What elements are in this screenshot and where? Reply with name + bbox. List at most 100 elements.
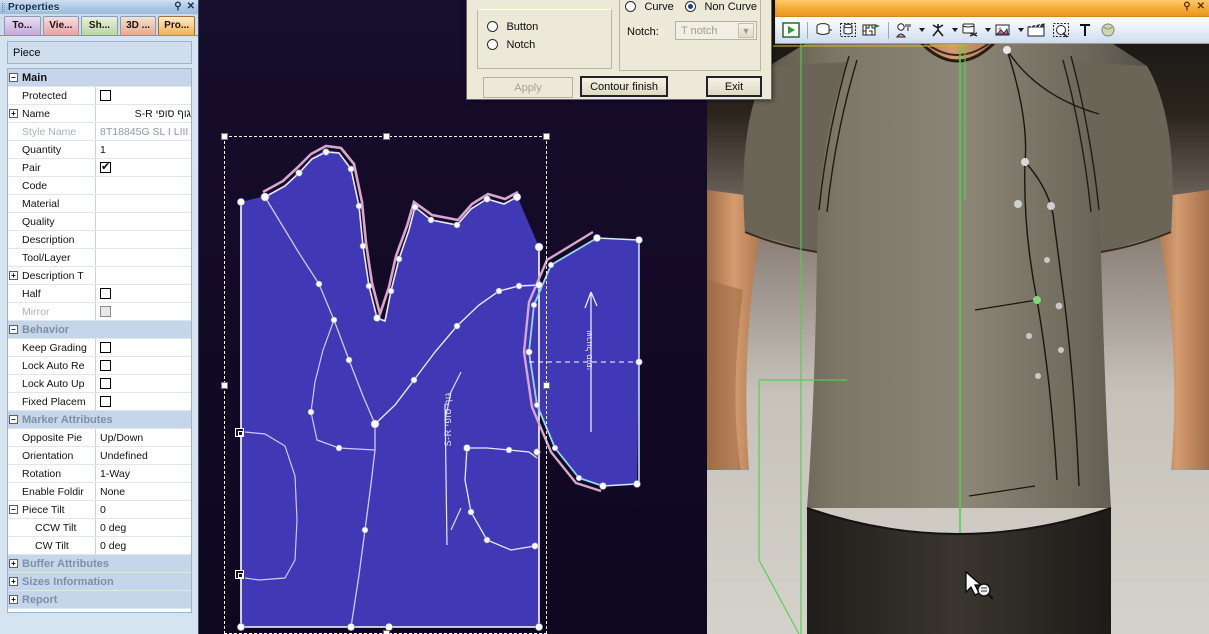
property-row-material[interactable]: Material xyxy=(8,195,191,213)
property-value[interactable]: 1 xyxy=(96,141,191,158)
checkbox-lock-auto-up[interactable] xyxy=(100,378,111,389)
property-row-quantity[interactable]: Quantity 1 xyxy=(8,141,191,159)
property-value[interactable]: גוף סופי S-R xyxy=(96,105,191,122)
contour-finish-button[interactable]: Contour finish xyxy=(580,76,668,97)
property-row-tool-layer[interactable]: Tool/Layer xyxy=(8,249,191,267)
property-value[interactable] xyxy=(96,357,191,374)
drag-grip-icon[interactable] xyxy=(2,2,5,12)
property-value[interactable] xyxy=(96,249,191,266)
checkbox-mirror[interactable] xyxy=(100,306,111,317)
notch-marker-2[interactable] xyxy=(235,570,244,579)
property-value[interactable] xyxy=(96,339,191,356)
properties-panel[interactable]: Properties ⚲ ✕ To... Vie... Sh... 3D ...… xyxy=(0,0,199,634)
property-value[interactable] xyxy=(96,267,191,284)
checkbox-keep-grading[interactable] xyxy=(100,342,111,353)
property-value[interactable] xyxy=(96,393,191,410)
property-value[interactable]: 8T18845G SL I LIII xyxy=(96,123,191,140)
property-row-ccw-tilt[interactable]: CCW Tilt 0 deg xyxy=(8,519,191,537)
cylinder-icon[interactable] xyxy=(813,20,835,41)
property-row-lock-auto-up[interactable]: Lock Auto Up xyxy=(8,375,191,393)
property-value[interactable] xyxy=(96,213,191,230)
notch-type-dropdown[interactable]: T notch ▼ xyxy=(675,21,757,40)
property-group-marker-attributes[interactable]: – Marker Attributes xyxy=(8,411,191,429)
avatar-tools-icon[interactable] xyxy=(894,20,916,41)
property-value[interactable]: 0 deg xyxy=(96,519,191,536)
property-value[interactable] xyxy=(96,375,191,392)
property-row-cw-tilt[interactable]: CW Tilt 0 deg xyxy=(8,537,191,555)
property-group-behavior[interactable]: – Behavior xyxy=(8,321,191,339)
panel-tabstrip[interactable]: To... Vie... Sh... 3D ... Pro... xyxy=(0,14,198,36)
radio-notch-option[interactable]: Notch xyxy=(487,35,535,53)
radio-non-curve-option[interactable]: Non Curve xyxy=(685,0,757,15)
notch-button-dialog[interactable]: Button Notch Curve Non Curve Notch: T no… xyxy=(466,0,772,100)
3d-garment-viewport[interactable] xyxy=(707,0,1209,634)
image-map-caret-icon[interactable] xyxy=(1018,28,1024,32)
tab-view[interactable]: Vie... xyxy=(42,16,80,35)
chevron-down-icon[interactable]: ▼ xyxy=(738,23,754,38)
close-icon[interactable]: ✕ xyxy=(187,2,195,12)
property-group-buffer-attributes[interactable]: + Buffer Attributes xyxy=(8,555,191,573)
property-value[interactable] xyxy=(96,195,191,212)
text-tool-icon[interactable] xyxy=(1074,20,1096,41)
resize-handle-n[interactable] xyxy=(383,133,390,140)
property-row-name[interactable]: + Name גוף סופי S-R xyxy=(8,105,191,123)
property-value[interactable]: Undefined xyxy=(96,447,191,464)
group-expander-icon[interactable]: + xyxy=(8,573,19,590)
property-value[interactable] xyxy=(96,159,191,176)
checkbox-lock-auto-re[interactable] xyxy=(100,360,111,371)
property-group-report[interactable]: + Report xyxy=(8,591,191,609)
group-expander-icon[interactable]: + xyxy=(8,591,19,608)
property-row-lock-auto-re[interactable]: Lock Auto Re xyxy=(8,357,191,375)
property-group-main[interactable]: – Main xyxy=(8,69,191,87)
toolbar-titlebar[interactable]: ⚲ ✕ xyxy=(775,0,1209,17)
property-value[interactable]: Up/Down xyxy=(96,429,191,446)
sphere-icon[interactable] xyxy=(1098,20,1120,41)
selection-bounding-box[interactable] xyxy=(221,133,550,634)
property-row-description[interactable]: Description xyxy=(8,231,191,249)
group-expander-icon[interactable]: + xyxy=(8,555,19,572)
close-icon[interactable]: ✕ xyxy=(1197,1,1205,12)
select-dashed-icon[interactable] xyxy=(837,20,859,41)
tab-tools[interactable]: To... xyxy=(4,16,41,35)
row-expander-icon[interactable]: + xyxy=(8,105,19,122)
avatar-tools-caret-icon[interactable] xyxy=(919,28,925,32)
group-expander-icon[interactable]: – xyxy=(8,321,19,338)
row-expander-icon[interactable]: – xyxy=(8,501,19,518)
avatar-pose-icon[interactable] xyxy=(927,20,949,41)
property-row-rotation[interactable]: Rotation 1-Way xyxy=(8,465,191,483)
checkbox-half[interactable] xyxy=(100,288,111,299)
property-value[interactable] xyxy=(96,177,191,194)
radio-button-option[interactable]: Button xyxy=(487,17,538,35)
render-preview-icon[interactable] xyxy=(1050,20,1072,41)
resize-handle-e[interactable] xyxy=(543,382,550,389)
checkbox-protected[interactable] xyxy=(100,90,111,101)
property-value[interactable]: 0 xyxy=(96,501,191,518)
avatar-pose-caret-icon[interactable] xyxy=(952,28,958,32)
pin-icon[interactable]: ⚲ xyxy=(174,2,181,12)
property-value[interactable]: None xyxy=(96,483,191,500)
run-simulation-icon[interactable] xyxy=(780,20,802,41)
property-row-description-t[interactable]: + Description T xyxy=(8,267,191,285)
drape-icon[interactable] xyxy=(960,20,982,41)
radio-curve-option[interactable]: Curve xyxy=(625,0,674,15)
property-row-piece-tilt[interactable]: – Piece Tilt 0 xyxy=(8,501,191,519)
image-map-icon[interactable] xyxy=(993,20,1015,41)
property-row-quality[interactable]: Quality xyxy=(8,213,191,231)
movie-clapper-icon[interactable] xyxy=(1026,20,1048,41)
property-row-pair[interactable]: Pair xyxy=(8,159,191,177)
property-value[interactable] xyxy=(96,231,191,248)
fabric-swatch-icon[interactable] xyxy=(861,20,883,41)
checkbox-pair[interactable] xyxy=(100,160,111,173)
property-row-opposite-pie[interactable]: Opposite Pie Up/Down xyxy=(8,429,191,447)
property-row-fixed-placem[interactable]: Fixed Placem xyxy=(8,393,191,411)
pin-icon[interactable]: ⚲ xyxy=(1183,1,1190,12)
property-value[interactable] xyxy=(96,285,191,302)
tab-3d[interactable]: 3D ... xyxy=(119,16,157,35)
property-row-code[interactable]: Code xyxy=(8,177,191,195)
property-row-half[interactable]: Half xyxy=(8,285,191,303)
property-row-keep-grading[interactable]: Keep Grading xyxy=(8,339,191,357)
property-row-style-name[interactable]: Style Name 8T18845G SL I LIII xyxy=(8,123,191,141)
property-row-enable-foldir[interactable]: Enable Foldir None xyxy=(8,483,191,501)
radio-button-notch[interactable] xyxy=(487,39,498,50)
piece-selector[interactable]: Piece xyxy=(7,41,192,64)
